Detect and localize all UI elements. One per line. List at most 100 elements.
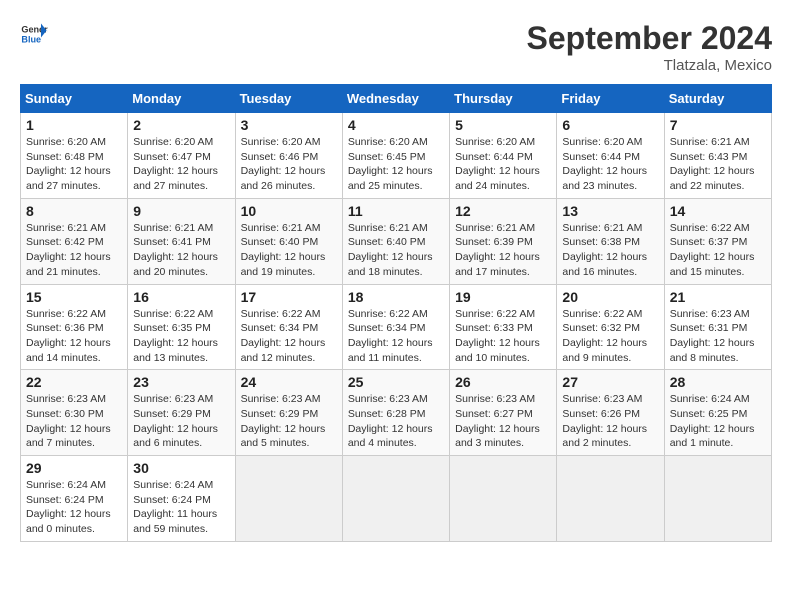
calendar-cell: 5 Sunrise: 6:20 AMSunset: 6:44 PMDayligh…: [450, 113, 557, 199]
day-number: 24: [241, 374, 337, 390]
header-day-tuesday: Tuesday: [235, 85, 342, 113]
calendar-cell: 19 Sunrise: 6:22 AMSunset: 6:33 PMDaylig…: [450, 284, 557, 370]
calendar-cell: 18 Sunrise: 6:22 AMSunset: 6:34 PMDaylig…: [342, 284, 449, 370]
header-day-monday: Monday: [128, 85, 235, 113]
day-info: Sunrise: 6:22 AMSunset: 6:33 PMDaylight:…: [455, 307, 551, 366]
day-info: Sunrise: 6:22 AMSunset: 6:36 PMDaylight:…: [26, 307, 122, 366]
calendar-cell: 22 Sunrise: 6:23 AMSunset: 6:30 PMDaylig…: [21, 370, 128, 456]
day-number: 19: [455, 289, 551, 305]
day-number: 10: [241, 203, 337, 219]
day-number: 3: [241, 117, 337, 133]
day-info: Sunrise: 6:23 AMSunset: 6:26 PMDaylight:…: [562, 392, 658, 451]
calendar-cell: [342, 456, 449, 542]
day-number: 9: [133, 203, 229, 219]
calendar-week-4: 22 Sunrise: 6:23 AMSunset: 6:30 PMDaylig…: [21, 370, 772, 456]
calendar-cell: 7 Sunrise: 6:21 AMSunset: 6:43 PMDayligh…: [664, 113, 771, 199]
day-info: Sunrise: 6:22 AMSunset: 6:37 PMDaylight:…: [670, 221, 766, 280]
day-number: 11: [348, 203, 444, 219]
day-number: 13: [562, 203, 658, 219]
logo-icon: General Blue: [20, 20, 48, 48]
day-info: Sunrise: 6:21 AMSunset: 6:39 PMDaylight:…: [455, 221, 551, 280]
day-number: 5: [455, 117, 551, 133]
calendar-cell: 6 Sunrise: 6:20 AMSunset: 6:44 PMDayligh…: [557, 113, 664, 199]
day-info: Sunrise: 6:22 AMSunset: 6:34 PMDaylight:…: [348, 307, 444, 366]
day-number: 25: [348, 374, 444, 390]
day-info: Sunrise: 6:22 AMSunset: 6:35 PMDaylight:…: [133, 307, 229, 366]
calendar-cell: [557, 456, 664, 542]
day-number: 22: [26, 374, 122, 390]
day-number: 16: [133, 289, 229, 305]
day-info: Sunrise: 6:20 AMSunset: 6:47 PMDaylight:…: [133, 135, 229, 194]
day-number: 8: [26, 203, 122, 219]
calendar-cell: 27 Sunrise: 6:23 AMSunset: 6:26 PMDaylig…: [557, 370, 664, 456]
day-info: Sunrise: 6:23 AMSunset: 6:29 PMDaylight:…: [241, 392, 337, 451]
day-info: Sunrise: 6:21 AMSunset: 6:41 PMDaylight:…: [133, 221, 229, 280]
calendar-cell: 24 Sunrise: 6:23 AMSunset: 6:29 PMDaylig…: [235, 370, 342, 456]
calendar-table: SundayMondayTuesdayWednesdayThursdayFrid…: [20, 84, 772, 542]
calendar-cell: 2 Sunrise: 6:20 AMSunset: 6:47 PMDayligh…: [128, 113, 235, 199]
day-number: 7: [670, 117, 766, 133]
day-info: Sunrise: 6:21 AMSunset: 6:43 PMDaylight:…: [670, 135, 766, 194]
day-info: Sunrise: 6:23 AMSunset: 6:28 PMDaylight:…: [348, 392, 444, 451]
calendar-cell: [450, 456, 557, 542]
day-info: Sunrise: 6:24 AMSunset: 6:24 PMDaylight:…: [26, 478, 122, 537]
day-number: 23: [133, 374, 229, 390]
day-info: Sunrise: 6:21 AMSunset: 6:42 PMDaylight:…: [26, 221, 122, 280]
calendar-cell: [235, 456, 342, 542]
page-header: General Blue September 2024 Tlatzala, Me…: [20, 20, 772, 74]
calendar-cell: 20 Sunrise: 6:22 AMSunset: 6:32 PMDaylig…: [557, 284, 664, 370]
header-day-thursday: Thursday: [450, 85, 557, 113]
day-info: Sunrise: 6:20 AMSunset: 6:46 PMDaylight:…: [241, 135, 337, 194]
month-title: September 2024: [527, 20, 772, 57]
calendar-cell: 26 Sunrise: 6:23 AMSunset: 6:27 PMDaylig…: [450, 370, 557, 456]
calendar-body: 1 Sunrise: 6:20 AMSunset: 6:48 PMDayligh…: [21, 113, 772, 542]
day-info: Sunrise: 6:23 AMSunset: 6:30 PMDaylight:…: [26, 392, 122, 451]
day-info: Sunrise: 6:22 AMSunset: 6:34 PMDaylight:…: [241, 307, 337, 366]
calendar-cell: 10 Sunrise: 6:21 AMSunset: 6:40 PMDaylig…: [235, 198, 342, 284]
day-number: 30: [133, 460, 229, 476]
day-info: Sunrise: 6:20 AMSunset: 6:48 PMDaylight:…: [26, 135, 122, 194]
day-number: 27: [562, 374, 658, 390]
day-number: 2: [133, 117, 229, 133]
svg-text:Blue: Blue: [21, 34, 41, 44]
day-number: 4: [348, 117, 444, 133]
day-number: 29: [26, 460, 122, 476]
day-info: Sunrise: 6:21 AMSunset: 6:40 PMDaylight:…: [348, 221, 444, 280]
calendar-cell: 8 Sunrise: 6:21 AMSunset: 6:42 PMDayligh…: [21, 198, 128, 284]
calendar-cell: 11 Sunrise: 6:21 AMSunset: 6:40 PMDaylig…: [342, 198, 449, 284]
day-number: 18: [348, 289, 444, 305]
day-number: 20: [562, 289, 658, 305]
day-number: 26: [455, 374, 551, 390]
header-day-saturday: Saturday: [664, 85, 771, 113]
header-day-sunday: Sunday: [21, 85, 128, 113]
day-number: 6: [562, 117, 658, 133]
day-number: 14: [670, 203, 766, 219]
calendar-cell: 30 Sunrise: 6:24 AMSunset: 6:24 PMDaylig…: [128, 456, 235, 542]
day-info: Sunrise: 6:20 AMSunset: 6:44 PMDaylight:…: [455, 135, 551, 194]
logo: General Blue: [20, 20, 48, 48]
day-info: Sunrise: 6:21 AMSunset: 6:38 PMDaylight:…: [562, 221, 658, 280]
calendar-cell: 15 Sunrise: 6:22 AMSunset: 6:36 PMDaylig…: [21, 284, 128, 370]
day-number: 17: [241, 289, 337, 305]
day-info: Sunrise: 6:21 AMSunset: 6:40 PMDaylight:…: [241, 221, 337, 280]
header-row: SundayMondayTuesdayWednesdayThursdayFrid…: [21, 85, 772, 113]
day-info: Sunrise: 6:22 AMSunset: 6:32 PMDaylight:…: [562, 307, 658, 366]
calendar-cell: 9 Sunrise: 6:21 AMSunset: 6:41 PMDayligh…: [128, 198, 235, 284]
day-info: Sunrise: 6:20 AMSunset: 6:44 PMDaylight:…: [562, 135, 658, 194]
header-day-wednesday: Wednesday: [342, 85, 449, 113]
calendar-cell: 21 Sunrise: 6:23 AMSunset: 6:31 PMDaylig…: [664, 284, 771, 370]
calendar-cell: 25 Sunrise: 6:23 AMSunset: 6:28 PMDaylig…: [342, 370, 449, 456]
calendar-week-2: 8 Sunrise: 6:21 AMSunset: 6:42 PMDayligh…: [21, 198, 772, 284]
header-day-friday: Friday: [557, 85, 664, 113]
calendar-week-5: 29 Sunrise: 6:24 AMSunset: 6:24 PMDaylig…: [21, 456, 772, 542]
day-info: Sunrise: 6:24 AMSunset: 6:24 PMDaylight:…: [133, 478, 229, 537]
calendar-cell: 13 Sunrise: 6:21 AMSunset: 6:38 PMDaylig…: [557, 198, 664, 284]
location-subtitle: Tlatzala, Mexico: [527, 57, 772, 74]
calendar-cell: 4 Sunrise: 6:20 AMSunset: 6:45 PMDayligh…: [342, 113, 449, 199]
day-number: 21: [670, 289, 766, 305]
day-info: Sunrise: 6:24 AMSunset: 6:25 PMDaylight:…: [670, 392, 766, 451]
calendar-header: SundayMondayTuesdayWednesdayThursdayFrid…: [21, 85, 772, 113]
calendar-cell: 14 Sunrise: 6:22 AMSunset: 6:37 PMDaylig…: [664, 198, 771, 284]
day-number: 28: [670, 374, 766, 390]
calendar-cell: 1 Sunrise: 6:20 AMSunset: 6:48 PMDayligh…: [21, 113, 128, 199]
